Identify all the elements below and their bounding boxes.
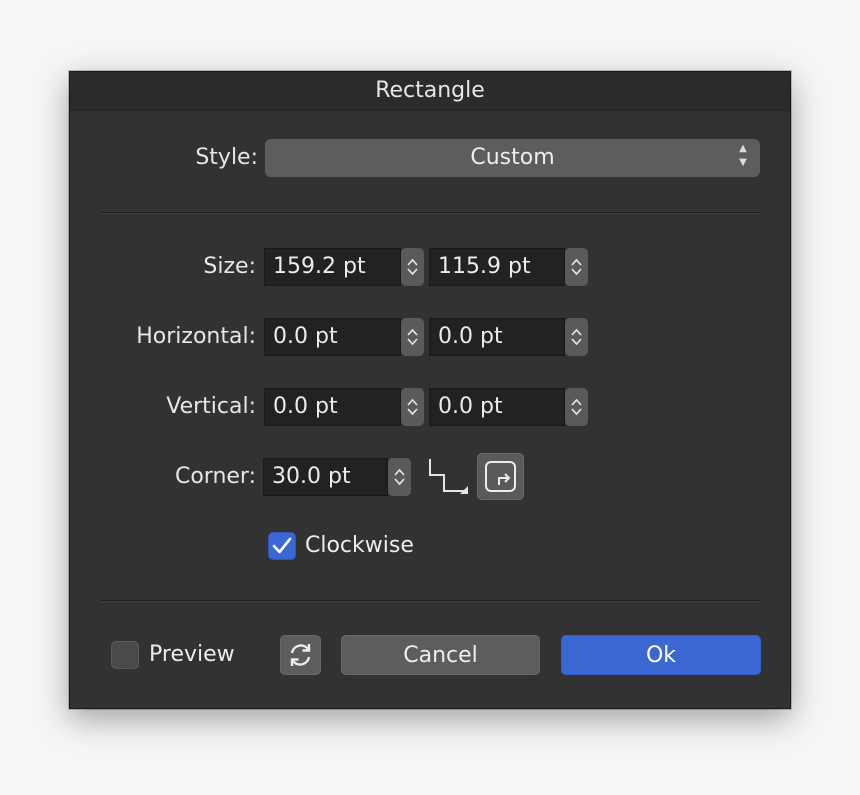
chevron-up-down-icon (394, 468, 405, 486)
step-corner-icon[interactable] (425, 457, 471, 497)
size-label: Size: (203, 254, 256, 279)
chevron-up-down-icon (407, 258, 418, 276)
checkmark-icon (272, 537, 292, 554)
chevron-up-down-icon (571, 398, 582, 416)
size-height-stepper[interactable] (565, 248, 588, 286)
clockwise-checkbox[interactable] (268, 532, 296, 560)
corner-field[interactable]: 30.0 pt (263, 458, 388, 496)
preview-label: Preview (149, 642, 235, 667)
style-popup[interactable]: Custom ▲ ▼ (265, 139, 760, 177)
vertical-field-1[interactable]: 0.0 pt (264, 388, 401, 426)
horizontal-stepper-1[interactable] (401, 318, 424, 356)
horizontal-stepper-2[interactable] (565, 318, 588, 356)
vertical-stepper-2[interactable] (565, 388, 588, 426)
up-down-arrows-icon: ▲ ▼ (739, 143, 747, 168)
refresh-icon (290, 644, 311, 666)
size-height-field[interactable]: 115.9 pt (429, 248, 565, 286)
vertical-stepper-1[interactable] (401, 388, 424, 426)
chevron-up-down-icon (571, 328, 582, 346)
cancel-button[interactable]: Cancel (341, 635, 540, 675)
size-width-stepper[interactable] (401, 248, 424, 286)
rounded-corner-icon (485, 461, 516, 492)
horizontal-label: Horizontal: (136, 324, 256, 349)
clockwise-label: Clockwise (305, 533, 414, 558)
rectangle-dialog: Rectangle Style: Custom ▲ ▼ Size: 159.2 p… (69, 71, 791, 709)
corner-stepper[interactable] (388, 458, 411, 496)
dialog-title: Rectangle (70, 72, 790, 111)
corner-type-toggle[interactable] (477, 453, 524, 500)
corner-label: Corner: (174, 464, 256, 489)
size-width-field[interactable]: 159.2 pt (264, 248, 401, 286)
separator-bottom (101, 600, 761, 602)
chevron-up-down-icon (407, 328, 418, 346)
style-value: Custom (470, 145, 555, 170)
style-label: Style: (195, 145, 258, 170)
ok-button[interactable]: Ok (561, 635, 761, 675)
reset-button[interactable] (280, 635, 321, 675)
vertical-field-2[interactable]: 0.0 pt (429, 388, 565, 426)
chevron-up-down-icon (571, 258, 582, 276)
separator-top (101, 212, 761, 214)
chevron-up-down-icon (407, 398, 418, 416)
horizontal-field-1[interactable]: 0.0 pt (264, 318, 401, 356)
vertical-label: Vertical: (166, 394, 256, 419)
horizontal-field-2[interactable]: 0.0 pt (429, 318, 565, 356)
preview-checkbox[interactable] (111, 641, 139, 669)
